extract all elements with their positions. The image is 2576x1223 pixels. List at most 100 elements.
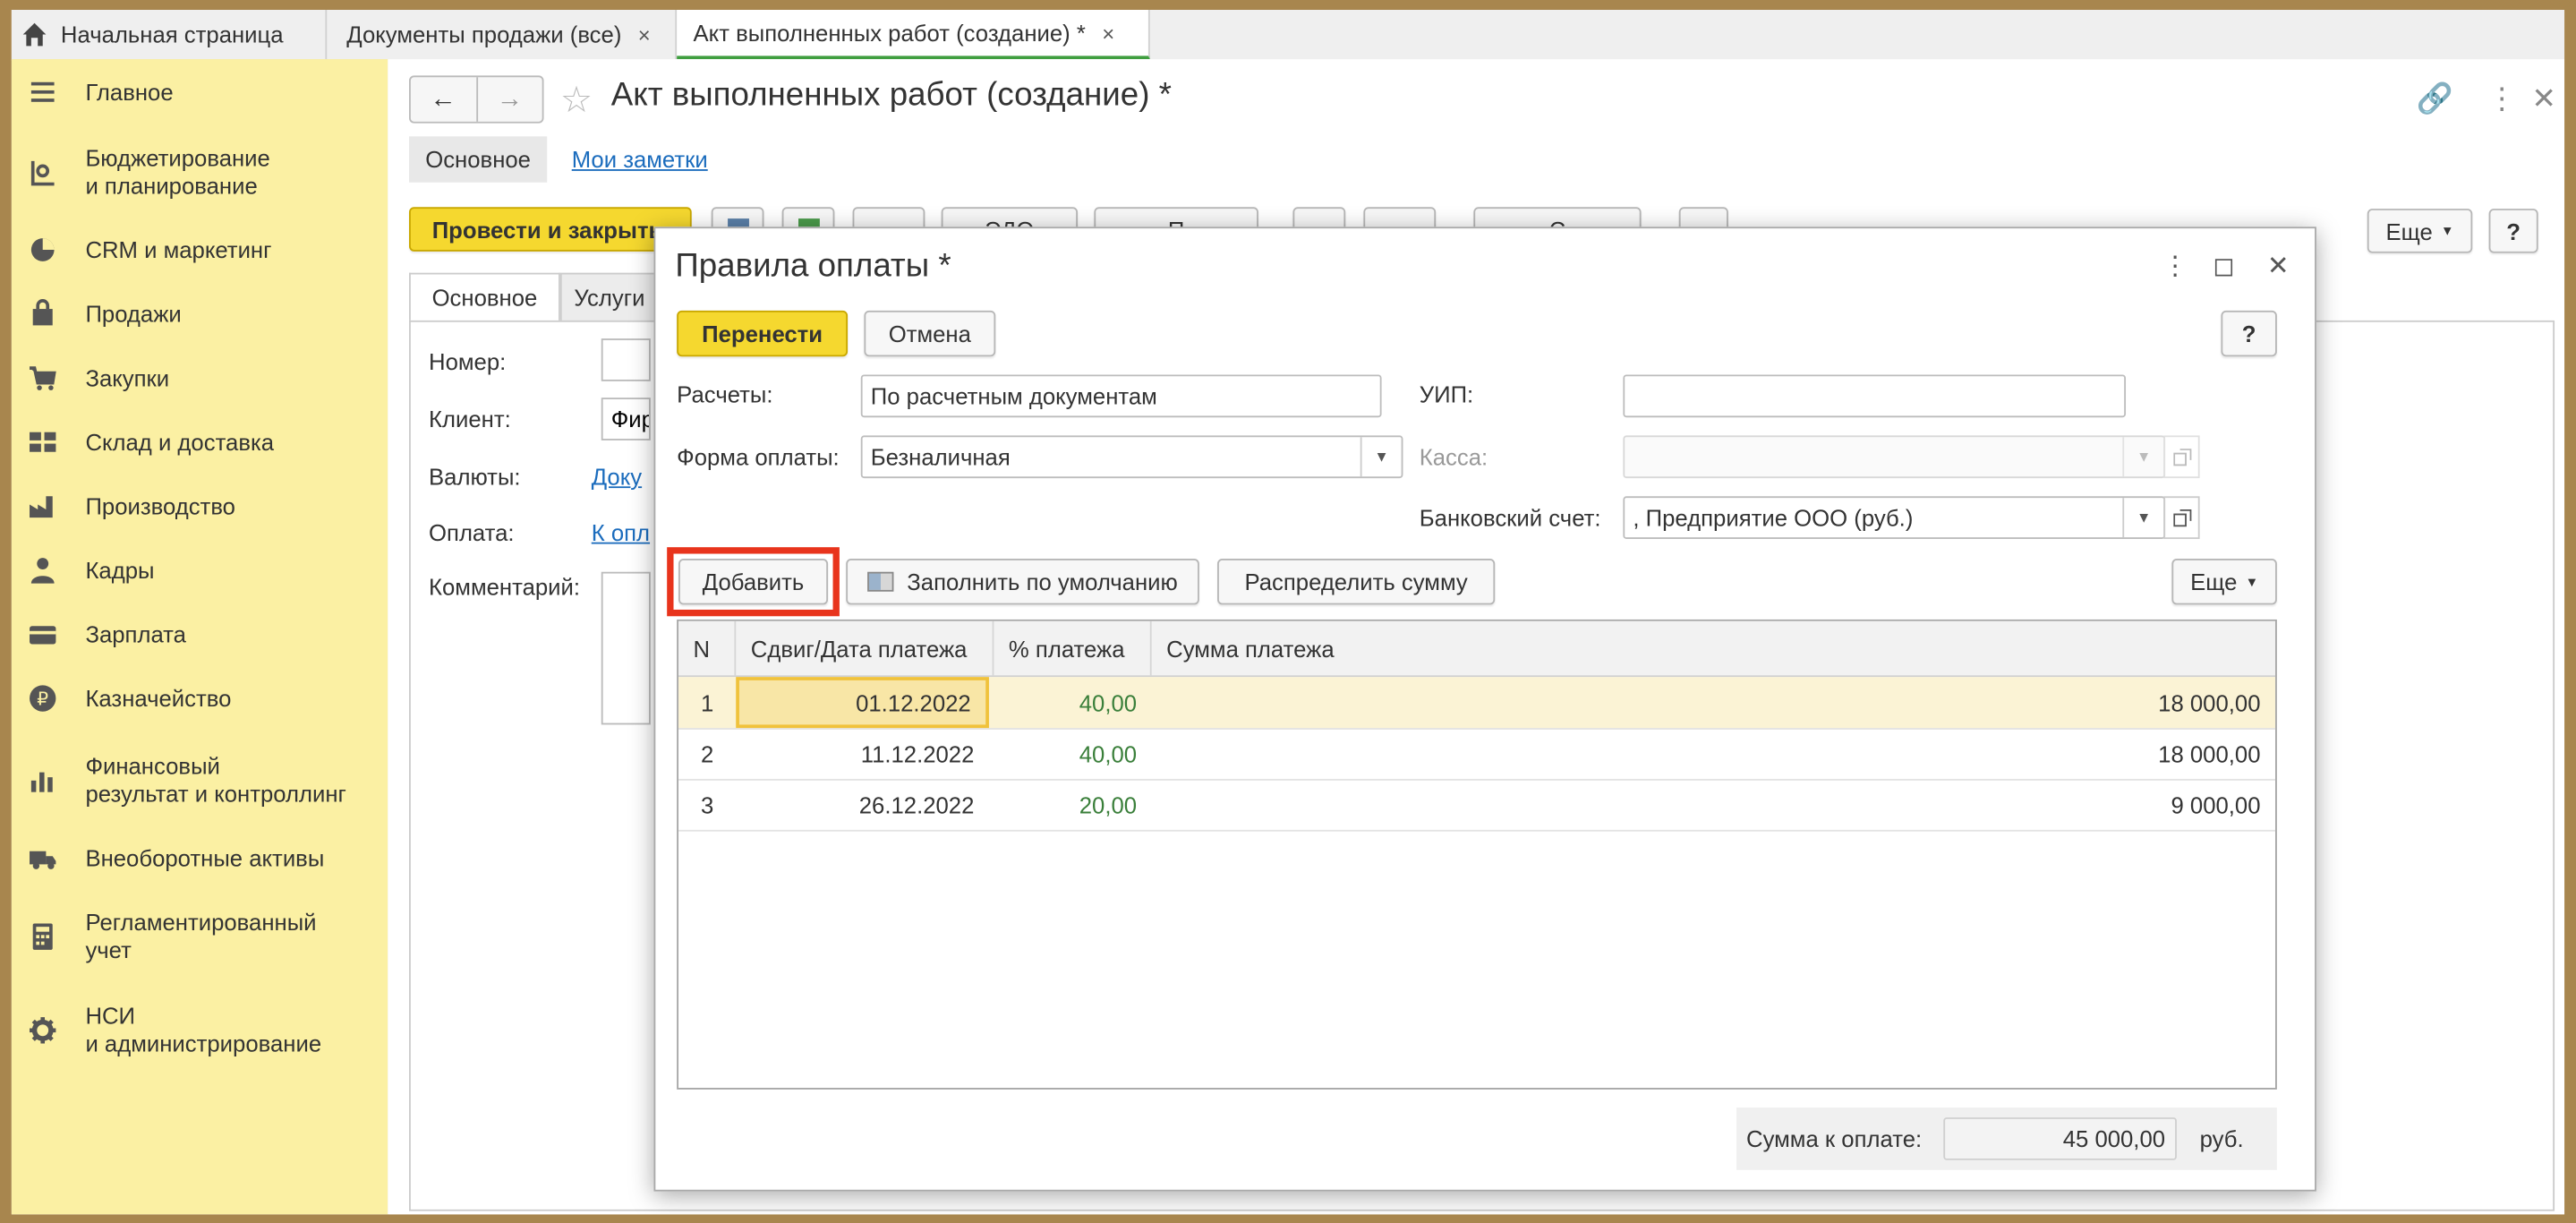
sidebar-item-admin[interactable]: НСИ и администрирование	[12, 999, 388, 1062]
sidebar-item-salary[interactable]: Зарплата	[12, 616, 388, 652]
uip-field[interactable]	[1623, 374, 2127, 418]
bank-account-select[interactable]: , Предприятие ООО (руб.) ▼	[1623, 496, 2166, 540]
table-row[interactable]: 2 11.12.2022 40,00 18 000,00	[678, 728, 2276, 781]
cash-select[interactable]: ▼	[1623, 435, 2166, 479]
total-field: 45 000,00	[1943, 1117, 2177, 1160]
client-field[interactable]: Фир	[601, 398, 651, 440]
comment-label: Комментарий:	[429, 573, 581, 600]
bag-icon	[32, 299, 53, 326]
tab-label: Документы продажи (все)	[346, 21, 622, 48]
payment-form-label: Форма оплаты:	[677, 443, 840, 470]
cell-n: 3	[700, 791, 714, 818]
close-icon[interactable]: ×	[638, 22, 651, 47]
sidebar-item-regulated-accounting[interactable]: Регламентированный учет	[12, 905, 388, 968]
settlements-field[interactable]: По расчетным документам	[860, 374, 1382, 418]
help-button[interactable]: ?	[2221, 310, 2277, 357]
table-row[interactable]: 3 26.12.2022 20,00 9 000,00	[678, 779, 2276, 832]
fill-icon	[867, 571, 894, 592]
page-title: Акт выполненных работ (создание) *	[610, 77, 1172, 114]
sidebar-item-hr[interactable]: Кадры	[12, 552, 388, 588]
tab-sales-documents[interactable]: Документы продажи (все) ×	[327, 10, 678, 60]
more-button[interactable]: Еще ▼	[2367, 209, 2473, 253]
payment-form-select[interactable]: Безналичная ▼	[860, 435, 1403, 479]
maximize-icon[interactable]: ◻	[2213, 250, 2234, 283]
column-header-percent[interactable]: % платежа	[994, 620, 1152, 676]
sidebar-item-sales[interactable]: Продажи	[12, 295, 388, 331]
chevron-down-icon[interactable]: ▼	[2122, 437, 2163, 477]
chevron-down-icon[interactable]: ▼	[2122, 498, 2163, 538]
form-tab-main[interactable]: Основное	[409, 272, 560, 322]
fill-default-label: Заполнить по умолчанию	[907, 569, 1178, 595]
tab-main[interactable]: Основное	[409, 136, 548, 183]
chevron-down-icon[interactable]: ▼	[1360, 437, 1402, 477]
sidebar-item-production[interactable]: Производство	[12, 488, 388, 524]
cell-sum[interactable]: 18 000,00	[1152, 677, 2275, 728]
cell-date[interactable]: 26.12.2022	[736, 779, 989, 830]
history-nav: ← →	[409, 75, 544, 124]
add-button[interactable]: Добавить	[678, 559, 829, 605]
open-icon	[2172, 448, 2191, 466]
open-icon	[2172, 509, 2191, 526]
close-icon[interactable]: ✕	[2531, 82, 2556, 117]
column-header-date[interactable]: Сдвиг/Дата платежа	[736, 620, 994, 676]
menu-icon	[30, 81, 55, 102]
sidebar-item-label: Зарплата	[85, 620, 186, 647]
cell-percent[interactable]: 40,00	[994, 728, 1151, 779]
cart-icon	[30, 366, 56, 390]
sidebar-item-purchases[interactable]: Закупки	[12, 360, 388, 396]
client-label: Клиент:	[429, 406, 511, 432]
chevron-down-icon: ▼	[2245, 574, 2259, 589]
link-icon[interactable]: 🔗	[2417, 82, 2453, 117]
sidebar-item-budgeting[interactable]: Бюджетирование и планирование	[12, 141, 388, 204]
sidebar-item-label: Бюджетирование и планирование	[85, 144, 270, 200]
table-row[interactable]: 1 01.12.2022 40,00 18 000,00	[678, 677, 2276, 730]
sidebar-item-label: Кадры	[85, 556, 155, 583]
post-and-close-button[interactable]: Провести и закрыть	[409, 207, 692, 252]
back-arrow-icon[interactable]: ←	[411, 77, 475, 122]
fill-default-button[interactable]: Заполнить по умолчанию	[846, 559, 1199, 605]
more-vertical-icon[interactable]: ⋮	[2162, 250, 2188, 283]
open-bank-account-button[interactable]	[2163, 496, 2200, 540]
open-cash-button[interactable]	[2163, 435, 2200, 479]
table-header: N Сдвиг/Дата платежа % платежа Сумма пла…	[678, 620, 2276, 678]
close-icon[interactable]: ✕	[2267, 250, 2290, 283]
favorite-star-icon[interactable]: ☆	[560, 79, 593, 122]
pie-chart-icon	[30, 238, 55, 261]
currency-label: Валюты:	[429, 463, 521, 490]
sidebar-item-treasury[interactable]: ₽ Казначейство	[12, 680, 388, 716]
help-button[interactable]: ?	[2488, 209, 2538, 253]
more-button[interactable]: Еще ▼	[2171, 559, 2277, 605]
sidebar-item-finance[interactable]: Финансовый результат и контроллинг	[12, 749, 388, 812]
cell-percent[interactable]: 20,00	[994, 779, 1151, 830]
number-field[interactable]	[601, 338, 651, 381]
tab-home[interactable]: Начальная страница	[12, 10, 328, 60]
more-vertical-icon[interactable]: ⋮	[2487, 82, 2517, 117]
tab-label: Начальная страница	[60, 21, 284, 48]
column-header-n[interactable]: N	[678, 620, 737, 676]
close-icon[interactable]: ×	[1102, 21, 1114, 46]
tab-act-creation[interactable]: Акт выполненных работ (создание) * ×	[677, 10, 1150, 60]
tab-my-notes[interactable]: Мои заметки	[572, 146, 708, 172]
dialog-title: Правила оплаты *	[675, 248, 951, 285]
sidebar-item-main[interactable]: Главное	[12, 74, 388, 110]
distribute-sum-button[interactable]: Распределить сумму	[1217, 559, 1496, 605]
forward-arrow-icon[interactable]: →	[475, 77, 542, 122]
cell-percent[interactable]: 40,00	[994, 677, 1151, 728]
currency-link[interactable]: Доку	[592, 464, 642, 490]
column-header-sum[interactable]: Сумма платежа	[1152, 621, 2275, 676]
cancel-button[interactable]: Отмена	[864, 310, 996, 357]
form-tab-services[interactable]: Услуги	[559, 272, 659, 322]
comment-field[interactable]	[601, 571, 651, 725]
payment-link[interactable]: К опл	[592, 519, 650, 545]
cell-date[interactable]: 11.12.2022	[736, 728, 989, 779]
cell-sum[interactable]: 18 000,00	[1152, 728, 2275, 779]
gear-icon	[30, 1017, 56, 1044]
cell-sum[interactable]: 9 000,00	[1152, 779, 2275, 830]
sidebar-item-label: Регламентированный учет	[85, 908, 317, 963]
sidebar-item-fixed-assets[interactable]: Внеоборотные активы	[12, 840, 388, 876]
cell-date[interactable]: 01.12.2022	[736, 677, 989, 729]
sidebar-item-warehouse[interactable]: Склад и доставка	[12, 424, 388, 460]
sidebar-item-crm[interactable]: CRM и маркетинг	[12, 232, 388, 268]
sidebar-item-label: Казначейство	[85, 684, 232, 711]
transfer-button[interactable]: Перенести	[677, 310, 849, 357]
